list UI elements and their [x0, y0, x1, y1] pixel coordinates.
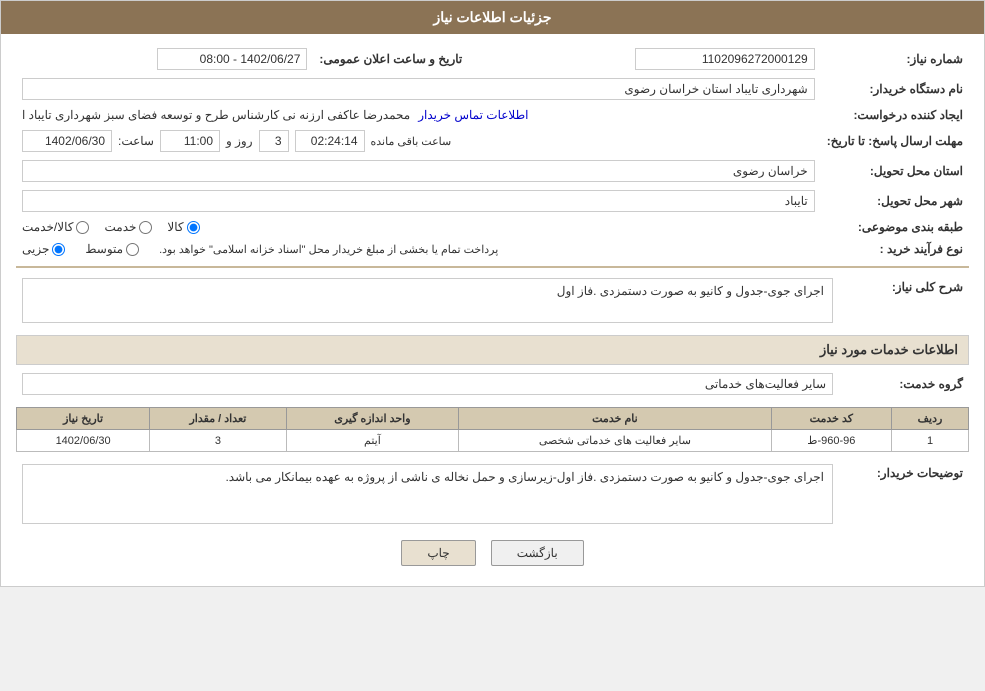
radio-motavaset[interactable]	[126, 243, 139, 256]
buyer-org-value: شهرداری تایباد استان خراسان رضوی	[22, 78, 815, 100]
col-row: ردیف	[892, 408, 969, 430]
radio-kala[interactable]	[187, 221, 200, 234]
response-remaining-label: ساعت باقی مانده	[371, 135, 452, 148]
services-table: ردیف کد خدمت نام خدمت واحد اندازه گیری ت…	[16, 407, 969, 452]
delivery-province-value: خراسان رضوی	[22, 160, 815, 182]
buyer-org-label: نام دستگاه خریدار:	[821, 74, 969, 104]
response-days: 3	[259, 130, 289, 152]
col-qty: تعداد / مقدار	[150, 408, 287, 430]
services-section-title: اطلاعات خدمات مورد نیاز	[16, 335, 969, 365]
col-date: تاریخ نیاز	[17, 408, 150, 430]
category-kala-khidmat: کالا/خدمت	[22, 220, 89, 234]
need-number-value: 1102096272000129	[635, 48, 815, 70]
datetime-label: تاریخ و ساعت اعلان عمومی:	[313, 44, 468, 74]
col-code: کد خدمت	[771, 408, 891, 430]
creator-value: محمدرضا عاکفی ارزنه نی کارشناس طرح و توس…	[22, 108, 410, 122]
general-desc-textarea[interactable]	[22, 278, 833, 323]
category-label: طبقه بندی موضوعی:	[821, 216, 969, 238]
category-khidmat: خدمت	[104, 220, 152, 234]
response-remaining: 02:24:14	[295, 130, 365, 152]
datetime-value: 1402/06/27 - 08:00	[157, 48, 307, 70]
col-name: نام خدمت	[459, 408, 772, 430]
purchase-type-motavaset: متوسط	[85, 242, 139, 256]
page-title: جزئیات اطلاعات نیاز	[433, 9, 551, 25]
buttons-row: بازگشت چاپ	[16, 528, 969, 576]
buyer-desc-textarea[interactable]	[22, 464, 833, 524]
purchase-type-jozy: جزیی	[22, 242, 65, 256]
contact-link[interactable]: اطلاعات تماس خریدار	[418, 108, 528, 122]
radio-jozy[interactable]	[52, 243, 65, 256]
buyer-desc-label: توضیحات خریدار:	[839, 460, 969, 528]
table-row: 1960-96-طسایر فعالیت های خدماتی شخصیآیتم…	[17, 430, 969, 452]
col-unit: واحد اندازه گیری	[286, 408, 458, 430]
delivery-city-value: تایباد	[22, 190, 815, 212]
purchase-type-label: نوع فرآیند خرید :	[821, 238, 969, 260]
back-button[interactable]: بازگشت	[491, 540, 584, 566]
page-header: جزئیات اطلاعات نیاز	[1, 1, 984, 34]
creator-label: ایجاد کننده درخواست:	[821, 104, 969, 126]
category-kala: کالا	[167, 220, 199, 234]
response-time-label: ساعت:	[118, 134, 154, 148]
need-number-label: شماره نیاز:	[821, 44, 969, 74]
response-days-label: روز و	[226, 134, 253, 148]
radio-khidmat[interactable]	[139, 221, 152, 234]
general-desc-label: شرح کلی نیاز:	[839, 274, 969, 327]
print-button[interactable]: چاپ	[401, 540, 475, 566]
service-group-value: سایر فعالیت‌های خدماتی	[22, 373, 833, 395]
service-group-label: گروه خدمت:	[839, 369, 969, 399]
delivery-city-label: شهر محل تحویل:	[821, 186, 969, 216]
response-time: 11:00	[160, 130, 220, 152]
radio-kala-khidmat[interactable]	[76, 221, 89, 234]
delivery-province-label: استان محل تحویل:	[821, 156, 969, 186]
response-deadline-label: مهلت ارسال پاسخ: تا تاریخ:	[821, 126, 969, 156]
purchase-note: پرداخت تمام یا بخشی از مبلغ خریدار محل "…	[159, 243, 498, 256]
response-date: 1402/06/30	[22, 130, 112, 152]
